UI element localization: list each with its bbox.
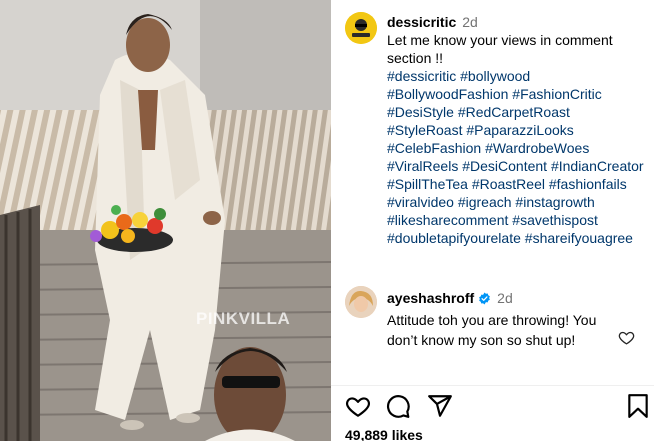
media-illustration <box>0 0 331 441</box>
hashtag-link[interactable]: #savethispost <box>508 212 598 228</box>
paper-plane-icon[interactable] <box>427 393 453 419</box>
media-watermark: PINKVILLA <box>196 309 291 328</box>
actions-divider <box>331 385 654 386</box>
author-username[interactable]: dessicritic <box>387 14 456 30</box>
author-avatar[interactable] <box>345 12 377 44</box>
like-count[interactable]: 49,889 likes <box>345 427 423 441</box>
comment-text: Attitude toh you are throwing! You don’t… <box>387 312 597 348</box>
hashtag-link[interactable]: #PaparazziLooks <box>462 122 573 138</box>
verified-badge-icon <box>479 292 491 304</box>
hashtag-link[interactable]: #DesiStyle <box>387 104 454 120</box>
post-time[interactable]: 2d <box>462 14 478 30</box>
hashtag-link[interactable]: #WardrobeWoes <box>481 140 589 156</box>
bookmark-icon[interactable] <box>625 393 651 419</box>
hashtag-link[interactable]: #ViralReels <box>387 158 458 174</box>
action-bar <box>345 393 648 419</box>
hashtag-link[interactable]: #igreach <box>454 194 512 210</box>
like-heart-icon[interactable] <box>345 393 371 419</box>
avatar-illustration <box>345 286 377 318</box>
hashtag-link[interactable]: #DesiContent <box>458 158 547 174</box>
post-panel: dessicritic 2d Let me know your views in … <box>331 0 654 441</box>
hashtag-link[interactable]: #doubletapifyourelate <box>387 230 521 246</box>
hashtag-link[interactable]: #fashionfails <box>545 176 627 192</box>
hashtag-link[interactable]: #SpillTheTea <box>387 176 468 192</box>
post-media[interactable]: PINKVILLA <box>0 0 331 441</box>
hashtag-link[interactable]: #likesharecomment <box>387 212 508 228</box>
commenter-avatar[interactable] <box>345 286 377 318</box>
hashtag-list: #dessicritic #bollywood#BollywoodFashion #… <box>387 67 649 247</box>
hashtag-link[interactable]: #instagrowth <box>512 194 594 210</box>
hashtag-link[interactable]: #RedCarpetRoast <box>454 104 570 120</box>
hashtag-link[interactable]: #StyleRoast <box>387 122 462 138</box>
hashtag-link[interactable]: #BollywoodFashion <box>387 86 508 102</box>
hashtag-link[interactable]: #bollywood <box>456 68 530 84</box>
comment: ayeshashroff 2d Attitude toh you are thr… <box>387 289 619 350</box>
caption-text: Let me know your views in comment sectio… <box>387 32 613 66</box>
hashtag-link[interactable]: #dessicritic <box>387 68 456 84</box>
avatar-illustration <box>345 12 377 44</box>
hashtag-link[interactable]: #shareifyouagree <box>521 230 633 246</box>
comment-bubble-icon[interactable] <box>385 393 411 419</box>
hashtag-link[interactable]: #FashionCritic <box>508 86 601 102</box>
hashtag-link[interactable]: #CelebFashion <box>387 140 481 156</box>
comment-like-heart-icon[interactable] <box>618 329 635 346</box>
hashtag-link[interactable]: #viralvideo <box>387 194 454 210</box>
post-caption: dessicritic 2d Let me know your views in … <box>387 13 649 247</box>
hashtag-link[interactable]: #RoastReel <box>468 176 545 192</box>
comment-time[interactable]: 2d <box>497 289 513 307</box>
commenter-username[interactable]: ayeshashroff <box>387 289 474 307</box>
hashtag-link[interactable]: #IndianCreator <box>547 158 644 174</box>
